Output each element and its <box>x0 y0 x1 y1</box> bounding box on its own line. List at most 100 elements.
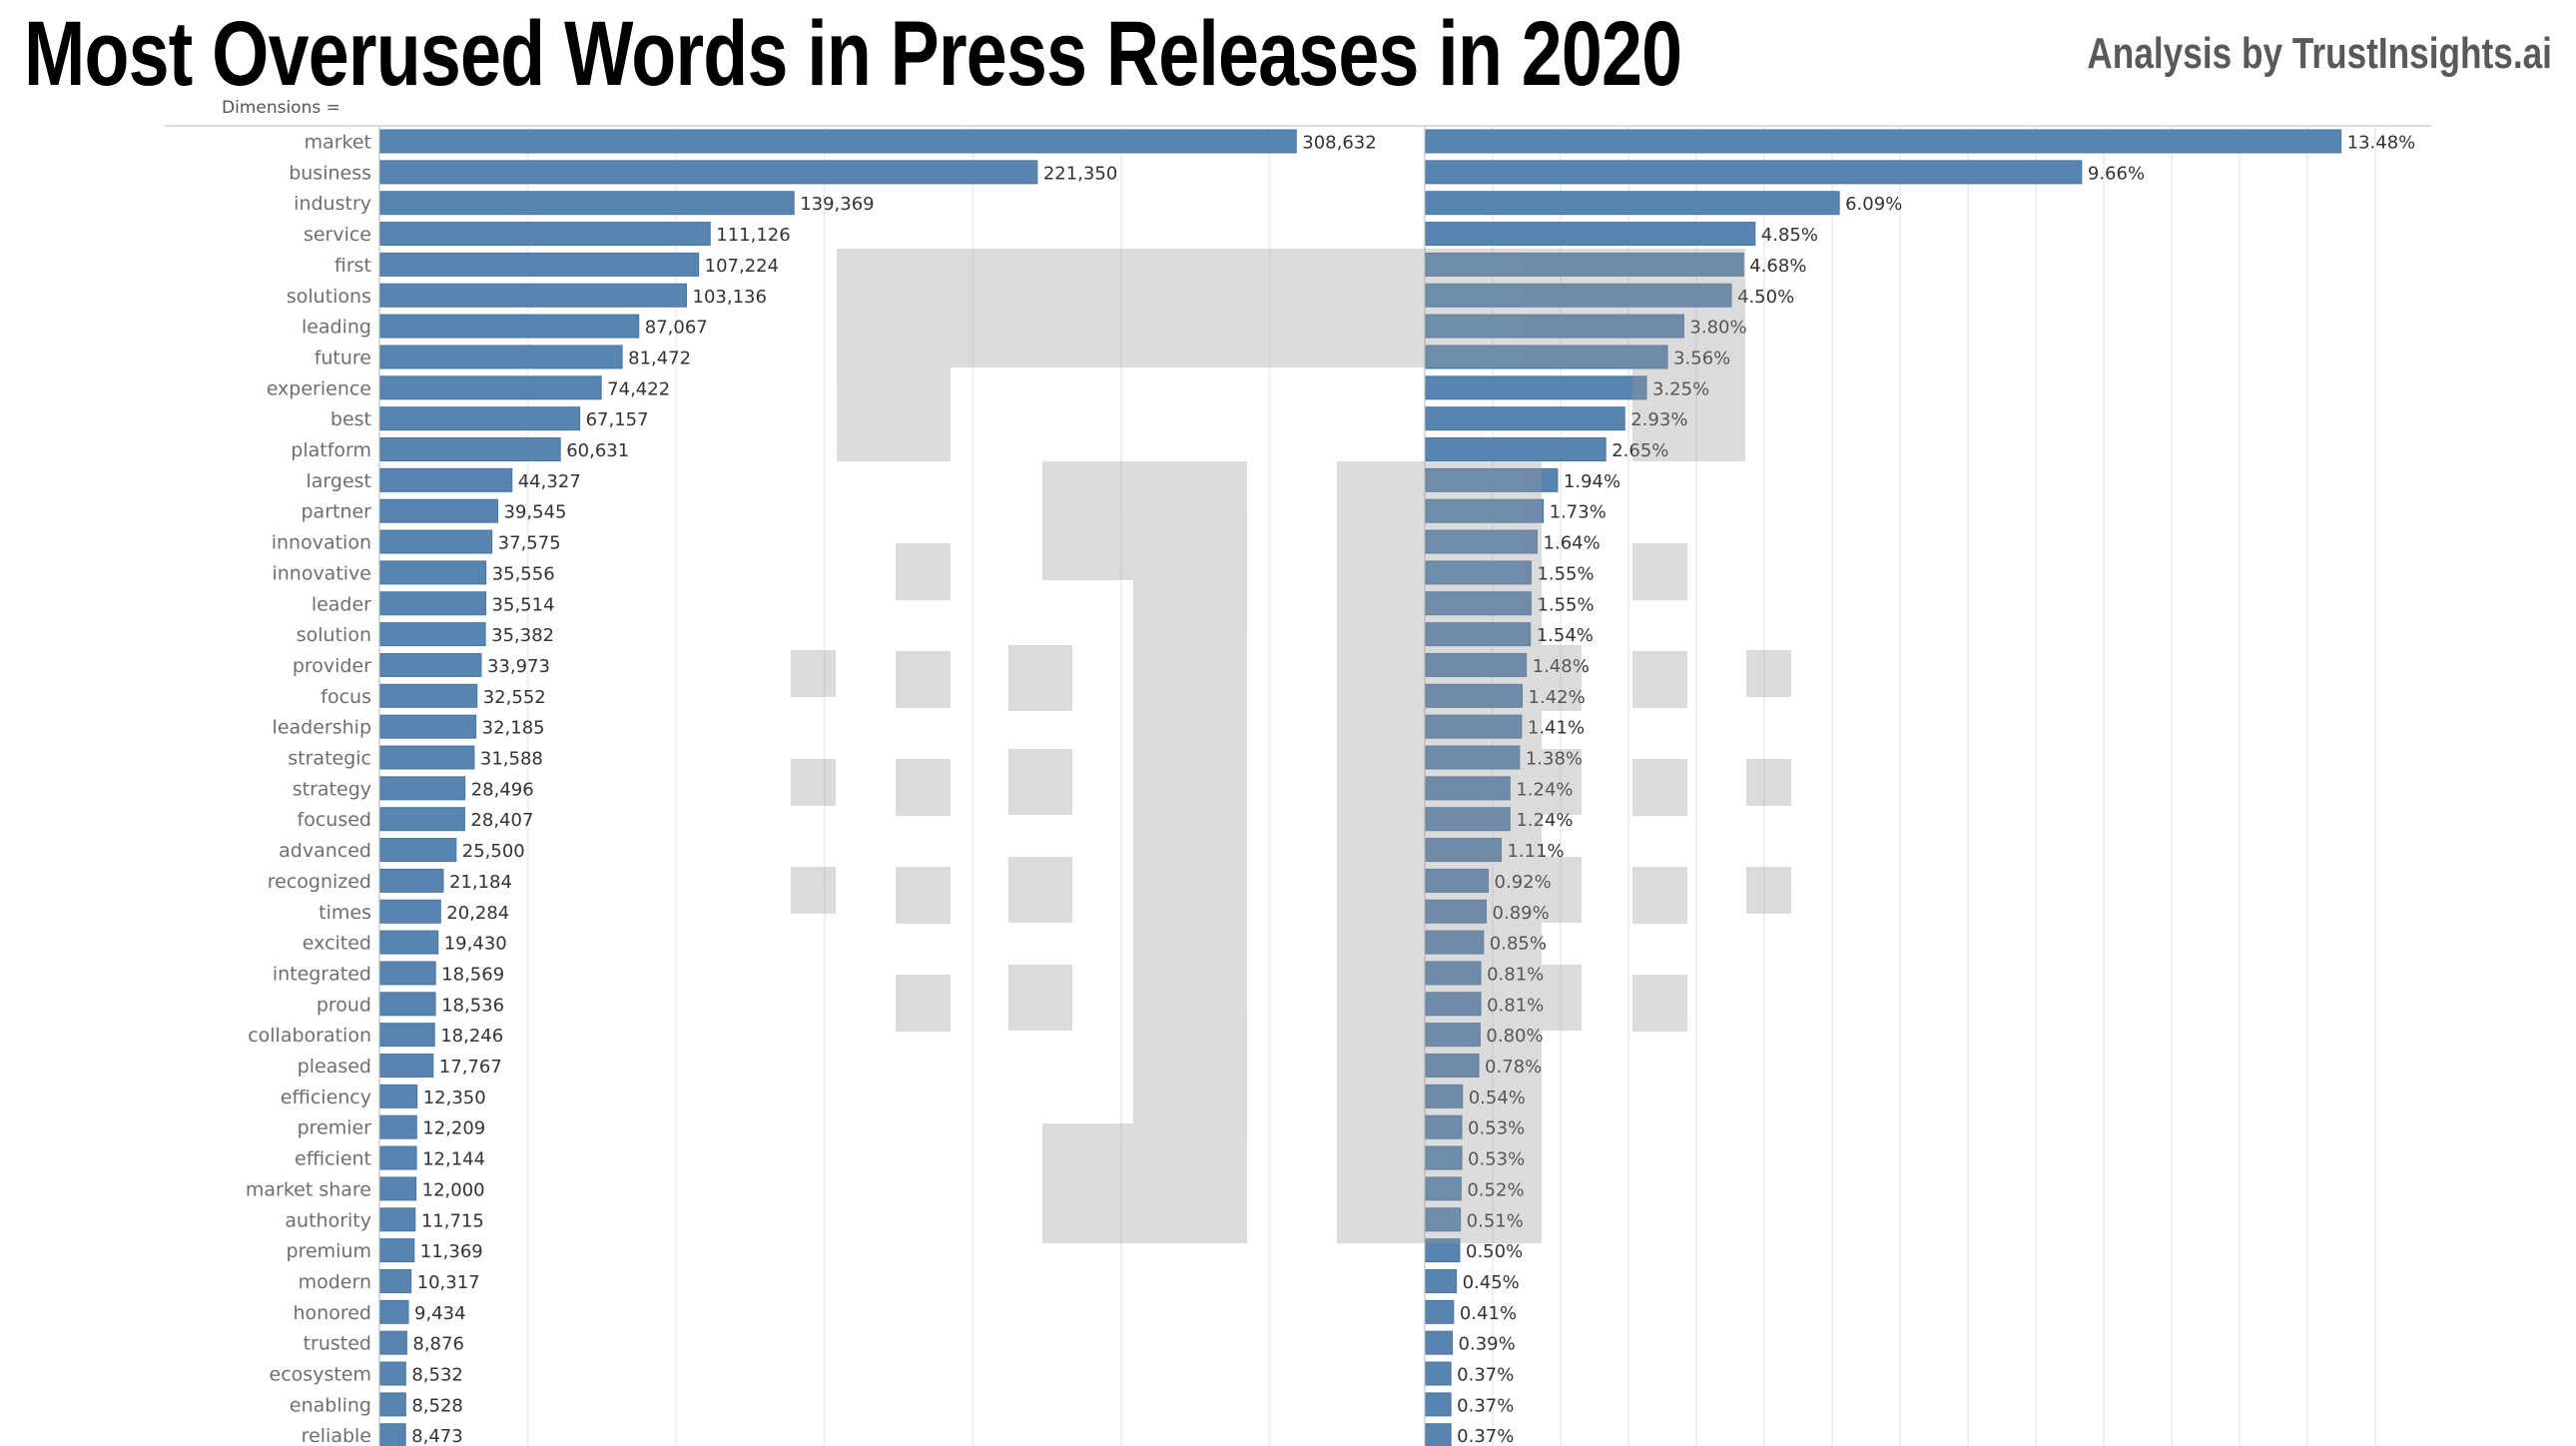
bar-count[interactable] <box>379 314 640 339</box>
category-label: trusted <box>304 1333 371 1355</box>
bar-count[interactable] <box>379 345 623 369</box>
bar-count[interactable] <box>379 1268 412 1293</box>
bar-percent[interactable] <box>1425 375 1647 400</box>
value-label: 18,569 <box>441 964 504 985</box>
value-label: 221,350 <box>1043 163 1117 184</box>
category-label: focused <box>298 809 371 831</box>
bar-count[interactable] <box>379 529 493 554</box>
bar-count[interactable] <box>379 652 482 677</box>
bar-count[interactable] <box>379 1330 407 1355</box>
value-label: 31,588 <box>480 749 543 770</box>
bar-count[interactable] <box>379 560 487 585</box>
bar-count[interactable] <box>379 191 795 216</box>
bar-count[interactable] <box>379 467 513 492</box>
value-label: 9,434 <box>414 1303 466 1324</box>
bar-count[interactable] <box>379 899 441 924</box>
category-label: collaboration <box>248 1025 371 1047</box>
category-label: pleased <box>298 1056 371 1078</box>
bar-count[interactable] <box>379 1023 435 1048</box>
bar-count[interactable] <box>379 1114 417 1139</box>
category-label: partner <box>301 501 371 523</box>
value-label: 0.37% <box>1457 1395 1514 1416</box>
bar-percent[interactable] <box>1425 160 2083 185</box>
value-label: 21,184 <box>449 872 512 893</box>
bar-count[interactable] <box>379 838 457 863</box>
bar-count[interactable] <box>379 868 444 893</box>
bar-count[interactable] <box>379 683 478 708</box>
bar-count[interactable] <box>379 807 465 832</box>
bar-count[interactable] <box>379 1238 415 1263</box>
category-label: enabling <box>290 1394 371 1416</box>
value-label: 1.55% <box>1537 563 1594 584</box>
category-label: first <box>334 255 371 277</box>
bar-percent[interactable] <box>1425 1423 1452 1446</box>
bar-count[interactable] <box>379 222 711 247</box>
value-label: 35,514 <box>492 594 555 615</box>
bar-count[interactable] <box>379 1084 418 1108</box>
bar-percent[interactable] <box>1425 437 1607 461</box>
category-label: innovation <box>272 532 371 554</box>
bar-count[interactable] <box>379 406 581 431</box>
watermark-block <box>1337 461 1542 1243</box>
category-label: modern <box>299 1271 371 1293</box>
value-label: 1.94% <box>1564 471 1620 492</box>
bar-count[interactable] <box>379 160 1038 185</box>
bar-count[interactable] <box>379 1423 406 1446</box>
bar-percent[interactable] <box>1425 222 1756 247</box>
bar-count[interactable] <box>379 930 439 955</box>
bar-percent[interactable] <box>1425 1330 1454 1355</box>
watermark-block <box>837 249 1745 367</box>
watermark-block <box>791 867 836 914</box>
bar-count[interactable] <box>379 1145 417 1170</box>
bar-count[interactable] <box>379 252 700 277</box>
bar-percent[interactable] <box>1425 1392 1452 1417</box>
bar-count[interactable] <box>379 1207 416 1232</box>
value-label: 0.37% <box>1457 1365 1514 1386</box>
category-label: strategy <box>293 778 371 800</box>
bar-percent[interactable] <box>1425 191 1840 216</box>
watermark-block <box>896 867 951 924</box>
bar-count[interactable] <box>379 498 499 523</box>
bar-count[interactable] <box>379 1299 409 1324</box>
watermark-block <box>1632 759 1687 816</box>
value-label: 60,631 <box>566 440 629 461</box>
bar-count[interactable] <box>379 992 436 1017</box>
value-label: 13.48% <box>2347 133 2416 154</box>
bar-count[interactable] <box>379 591 487 616</box>
value-label: 35,382 <box>491 625 554 646</box>
value-label: 10,317 <box>417 1272 480 1293</box>
category-label: honored <box>294 1302 371 1324</box>
category-label: ecosystem <box>270 1364 371 1386</box>
bar-percent[interactable] <box>1425 1299 1455 1324</box>
bar-count[interactable] <box>379 1054 434 1078</box>
category-label: solutions <box>287 286 371 308</box>
value-label: 12,209 <box>422 1118 485 1139</box>
value-label: 8,528 <box>411 1395 463 1416</box>
bar-count[interactable] <box>379 622 486 647</box>
bar-percent[interactable] <box>1425 1268 1458 1293</box>
bar-count[interactable] <box>379 1361 406 1386</box>
bar-count[interactable] <box>379 776 466 801</box>
bar-percent[interactable] <box>1425 1361 1452 1386</box>
bar-count[interactable] <box>379 961 436 986</box>
value-label: 18,246 <box>440 1026 503 1047</box>
bar-percent[interactable] <box>1425 406 1625 431</box>
bar-count[interactable] <box>379 283 688 308</box>
bar-percent[interactable] <box>1425 129 2342 154</box>
value-label: 1.54% <box>1537 625 1594 646</box>
category-label: leadership <box>273 717 371 739</box>
category-label: platform <box>291 439 371 461</box>
value-label: 8,532 <box>411 1365 463 1386</box>
category-label: strategic <box>288 748 371 770</box>
bar-count[interactable] <box>379 1176 417 1201</box>
bar-count[interactable] <box>379 437 561 461</box>
bar-count[interactable] <box>379 129 1297 154</box>
watermark-block <box>1518 645 1582 711</box>
value-label: 4.85% <box>1761 225 1818 246</box>
bar-count[interactable] <box>379 375 602 400</box>
bar-count[interactable] <box>379 745 475 770</box>
value-label: 28,407 <box>470 810 533 831</box>
bar-count[interactable] <box>379 714 477 739</box>
bar-count[interactable] <box>379 1392 406 1417</box>
category-label: leading <box>302 317 371 339</box>
